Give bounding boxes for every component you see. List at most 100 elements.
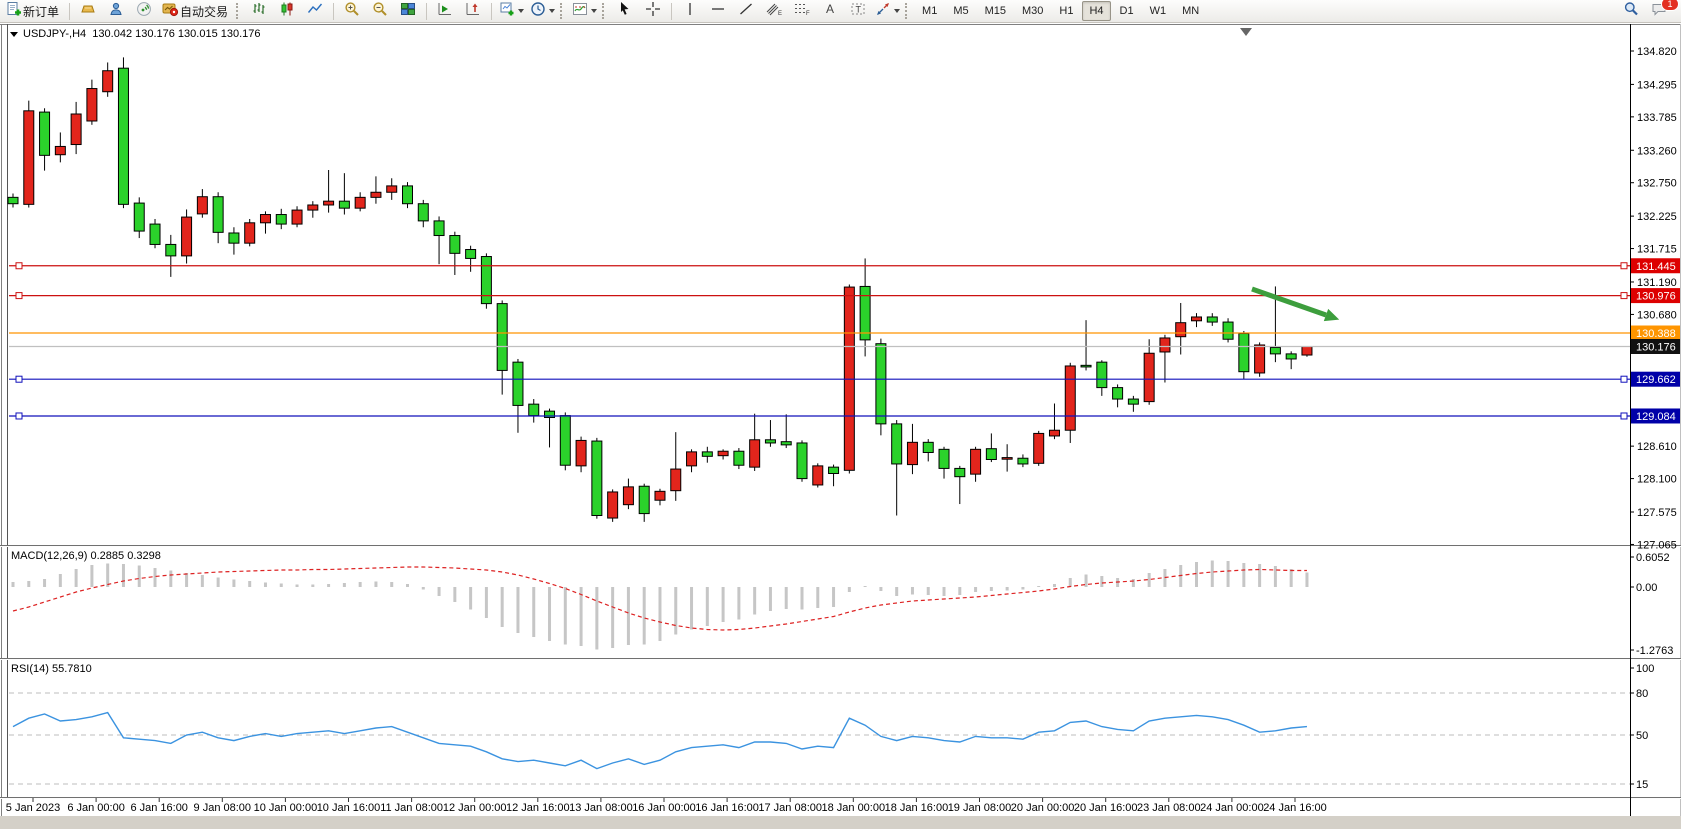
horizontal-line-button[interactable] [704,0,732,22]
toolbar-grip[interactable] [236,3,241,19]
svg-text:6 Jan 16:00: 6 Jan 16:00 [130,802,188,814]
new-order-label: 新订单 [22,3,62,20]
svg-text:19 Jan 08:00: 19 Jan 08:00 [948,802,1012,814]
collapse-triangle-icon [10,32,18,37]
channel-icon: E [765,1,783,22]
main-toolbar: 新订单 自动交易 [0,0,1681,23]
cursor-icon [617,1,633,22]
indicators-button[interactable] [569,0,600,22]
signals-icon [136,1,152,22]
toolbar-grip[interactable] [905,3,910,19]
zoom-out-button[interactable] [366,0,394,22]
line-chart-icon [307,1,323,22]
chevron-down-icon [894,9,900,13]
trendline-button[interactable] [732,0,760,22]
zoom-in-button[interactable] [338,0,366,22]
svg-text:17 Jan 08:00: 17 Jan 08:00 [758,802,822,814]
autotrading-label: 自动交易 [179,3,231,20]
profile-button[interactable] [102,0,130,22]
svg-text:128.610: 128.610 [1637,441,1677,453]
timeframe-H1[interactable]: H1 [1052,1,1080,21]
timeframe-D1[interactable]: D1 [1113,1,1141,21]
auto-scroll-button[interactable] [431,0,459,22]
crosshair-button[interactable] [639,0,667,22]
new-order-button[interactable]: 新订单 [3,0,65,22]
timeframe-M30[interactable]: M30 [1015,1,1050,21]
svg-text:0.6052: 0.6052 [1636,552,1670,564]
svg-text:5 Jan 2023: 5 Jan 2023 [6,802,60,814]
chat-button[interactable]: 1 [1645,0,1673,22]
macd-signal-value: 0.3298 [127,550,161,562]
svg-text:127.065: 127.065 [1637,539,1677,551]
tile-windows-button[interactable] [394,0,422,22]
text-button[interactable]: A [816,0,844,22]
vertical-line-button[interactable] [676,0,704,22]
svg-text:100: 100 [1636,663,1654,675]
arrow-objects-icon [875,1,891,22]
bar-chart-button[interactable] [245,0,273,22]
symbol-ohlc-values: 130.042 130.176 130.015 130.176 [92,28,260,40]
timeframe-MN[interactable]: MN [1175,1,1206,21]
cursor-button[interactable] [611,0,639,22]
new-chart-button[interactable] [496,0,527,22]
horizontal-line-icon [710,1,726,22]
line-chart-button[interactable] [301,0,329,22]
chevron-down-icon [549,9,555,13]
svg-text:18 Jan 16:00: 18 Jan 16:00 [885,802,949,814]
toolbar-separator [671,3,672,20]
svg-text:0.00: 0.00 [1636,582,1657,594]
timeframe-M1[interactable]: M1 [915,1,944,21]
search-button[interactable] [1617,0,1645,22]
periodicity-button[interactable] [527,0,558,22]
chart-canvas[interactable]: 131.445130.976130.388130.176129.662129.0… [0,0,1681,829]
crosshair-icon [645,1,661,22]
fibonacci-button[interactable]: F [788,0,816,22]
timeframe-M15[interactable]: M15 [978,1,1013,21]
svg-text:24 Jan 16:00: 24 Jan 16:00 [1263,802,1327,814]
chart-shift-button[interactable] [459,0,487,22]
market-watch-button[interactable] [74,0,102,22]
equidistant-channel-button[interactable]: E [760,0,788,22]
toolbar-separator [426,3,427,20]
svg-text:16 Jan 16:00: 16 Jan 16:00 [695,802,759,814]
text-label-button[interactable]: T [844,0,872,22]
svg-text:20 Jan 16:00: 20 Jan 16:00 [1074,802,1138,814]
indicators-icon [572,1,588,22]
candlestick-chart-button[interactable] [273,0,301,22]
rsi-name: RSI(14) [11,663,49,675]
svg-text:18 Jan 00:00: 18 Jan 00:00 [821,802,885,814]
toolbar-grip[interactable] [602,3,607,19]
svg-text:A: A [826,2,834,16]
autotrading-icon [161,1,179,22]
symbol-info-line[interactable]: USDJPY-,H4 130.042 130.176 130.015 130.1… [10,28,261,40]
bar-chart-icon [251,1,267,22]
new-chart-icon [499,1,515,22]
symbol-title: USDJPY-,H4 [23,28,86,40]
toolbar-separator [69,3,70,20]
svg-text:10 Jan 16:00: 10 Jan 16:00 [317,802,381,814]
svg-text:131.190: 131.190 [1637,277,1677,289]
toolbar-separator [491,3,492,20]
svg-text:129.084: 129.084 [1636,411,1676,423]
timeframe-M5[interactable]: M5 [946,1,975,21]
svg-text:128.100: 128.100 [1637,474,1677,486]
auto-scroll-icon [437,1,453,22]
profile-icon [108,1,124,22]
text-icon: A [822,1,838,22]
svg-text:129.662: 129.662 [1636,374,1676,386]
svg-text:130.388: 130.388 [1636,328,1676,340]
chart-shift-icon [465,1,481,22]
timeframe-W1[interactable]: W1 [1143,1,1174,21]
gold-ingot-icon [80,1,96,22]
autotrading-button[interactable]: 自动交易 [158,0,234,22]
svg-text:E: E [778,11,782,17]
svg-text:6 Jan 00:00: 6 Jan 00:00 [67,802,125,814]
svg-text:F: F [806,11,810,17]
toolbar-right-group: 1 [1617,0,1673,22]
timeframe-bar: M1M5M15M30H1H4D1W1MN [914,1,1207,21]
clock-icon [530,1,546,22]
signals-button[interactable] [130,0,158,22]
arrow-objects-button[interactable] [872,0,903,22]
toolbar-grip[interactable] [560,3,565,19]
timeframe-H4[interactable]: H4 [1082,1,1110,21]
